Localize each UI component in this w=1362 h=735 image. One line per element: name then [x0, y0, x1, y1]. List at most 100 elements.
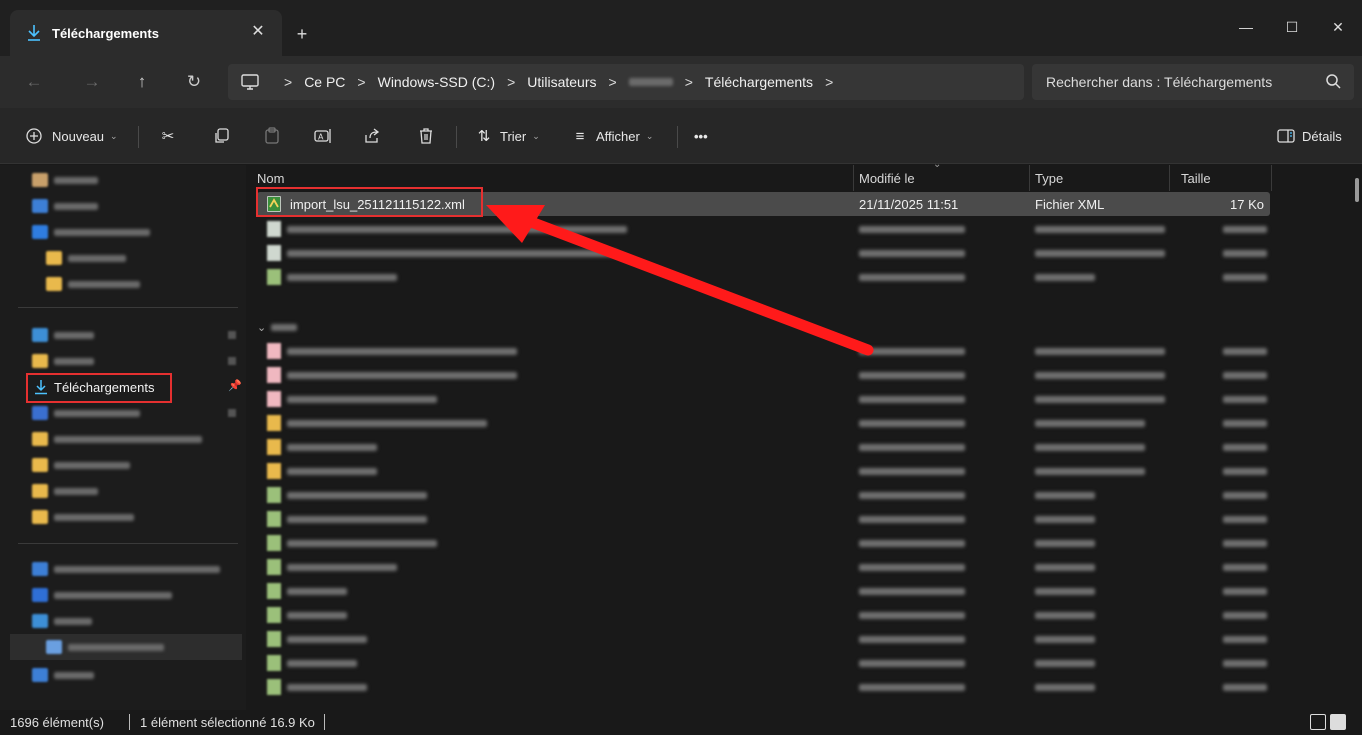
- redacted-type: [1035, 588, 1095, 595]
- table-row[interactable]: [257, 507, 1270, 531]
- table-row[interactable]: [257, 363, 1270, 387]
- breadcrumb-users[interactable]: Utilisateurs: [527, 74, 596, 90]
- sidebar-item[interactable]: [28, 556, 238, 582]
- gallery-icon: [32, 199, 48, 213]
- rename-button[interactable]: A: [313, 122, 333, 150]
- details-pane-icon: [1277, 129, 1295, 143]
- sidebar-item[interactable]: [28, 219, 238, 245]
- sidebar-item[interactable]: [28, 193, 238, 219]
- maximize-button[interactable]: ☐: [1272, 14, 1312, 40]
- new-tab-button[interactable]: +: [290, 22, 314, 46]
- redacted-file-name: [287, 226, 627, 233]
- table-row[interactable]: [257, 555, 1270, 579]
- breadcrumb-downloads[interactable]: Téléchargements: [705, 74, 813, 90]
- file-icon: [267, 559, 281, 575]
- sidebar-item[interactable]: [28, 322, 238, 348]
- breadcrumb-separator: >: [357, 74, 366, 90]
- refresh-button[interactable]: ↻: [182, 70, 206, 94]
- breadcrumb-drive[interactable]: Windows-SSD (C:): [378, 74, 495, 90]
- search-input[interactable]: Rechercher dans : Téléchargements: [1046, 74, 1272, 90]
- table-row[interactable]: [257, 241, 1270, 265]
- view-button[interactable]: ≡ Afficher ⌄: [570, 122, 654, 150]
- home-icon: [32, 173, 48, 187]
- forward-button[interactable]: →: [80, 70, 104, 94]
- redacted-modified: [859, 348, 965, 355]
- table-row[interactable]: [257, 651, 1270, 675]
- cut-button[interactable]: ✂: [158, 122, 178, 150]
- file-icon: [267, 391, 281, 407]
- up-button[interactable]: ↑: [130, 70, 154, 94]
- breadcrumb-user-redacted[interactable]: [628, 78, 673, 86]
- details-view-icon[interactable]: [1310, 714, 1326, 730]
- sidebar-item[interactable]: [28, 608, 238, 634]
- column-header-type[interactable]: Type: [1035, 171, 1063, 186]
- vertical-scrollbar[interactable]: [1355, 178, 1359, 202]
- tab-close-button[interactable]: ✕: [246, 20, 270, 44]
- table-row[interactable]: [257, 435, 1270, 459]
- table-row[interactable]: [257, 411, 1270, 435]
- highlight-box-file: [256, 187, 483, 217]
- address-bar[interactable]: > Ce PC > Windows-SSD (C:) > Utilisateur…: [228, 64, 1024, 100]
- pin-icon: [228, 357, 236, 365]
- delete-button[interactable]: [416, 122, 436, 150]
- table-row[interactable]: [257, 627, 1270, 651]
- details-pane-button[interactable]: Détails: [1276, 122, 1342, 150]
- cloud-icon: [32, 588, 48, 602]
- redacted-size: [1223, 636, 1267, 643]
- table-row[interactable]: [257, 217, 1270, 241]
- sidebar-item[interactable]: [42, 245, 252, 271]
- search-box[interactable]: Rechercher dans : Téléchargements: [1032, 64, 1354, 100]
- plus-circle-icon: [26, 128, 42, 144]
- sidebar-item[interactable]: [28, 582, 238, 608]
- sidebar-item[interactable]: [28, 452, 238, 478]
- copy-button[interactable]: [212, 122, 232, 150]
- command-bar: Nouveau ⌄ ✂ A ⇅ Trier ⌄ ≡ Afficher ⌄ •••…: [0, 108, 1362, 164]
- more-options-button[interactable]: •••: [694, 122, 708, 150]
- sidebar-item[interactable]: [28, 478, 238, 504]
- table-row[interactable]: [257, 483, 1270, 507]
- minimize-button[interactable]: —: [1226, 14, 1266, 40]
- table-row[interactable]: [257, 265, 1270, 289]
- new-button[interactable]: Nouveau ⌄: [24, 122, 118, 150]
- sidebar-item[interactable]: [28, 348, 238, 374]
- column-header-name[interactable]: Nom: [257, 171, 284, 186]
- file-icon: [267, 535, 281, 551]
- sidebar-item[interactable]: [28, 426, 238, 452]
- sort-button[interactable]: ⇅ Trier ⌄: [474, 122, 540, 150]
- table-row[interactable]: ⌄: [257, 315, 1270, 339]
- column-header-size[interactable]: Taille: [1181, 171, 1211, 186]
- redacted-size: [1223, 444, 1267, 451]
- group-header-redacted[interactable]: ⌄: [257, 321, 266, 334]
- tiles-view-icon[interactable]: [1330, 714, 1346, 730]
- tab-downloads[interactable]: Téléchargements ✕: [10, 10, 282, 56]
- table-row[interactable]: [257, 387, 1270, 411]
- sidebar-item[interactable]: [28, 662, 238, 688]
- sidebar-item[interactable]: [28, 167, 238, 193]
- redacted-size: [1223, 250, 1267, 257]
- redacted-file-name: [287, 348, 517, 355]
- paste-button[interactable]: [262, 122, 282, 150]
- sidebar-item[interactable]: [42, 271, 252, 297]
- table-row[interactable]: [257, 531, 1270, 555]
- column-header-modified[interactable]: Modifié le: [859, 171, 915, 186]
- file-icon: [267, 679, 281, 695]
- table-row[interactable]: [257, 459, 1270, 483]
- file-icon: [267, 607, 281, 623]
- sidebar-item[interactable]: [28, 504, 238, 530]
- table-row[interactable]: [257, 579, 1270, 603]
- breadcrumb-this-pc[interactable]: Ce PC: [304, 74, 345, 90]
- redacted-modified: [859, 564, 965, 571]
- table-row[interactable]: [257, 675, 1270, 699]
- close-window-button[interactable]: ✕: [1318, 14, 1358, 40]
- sidebar-item[interactable]: [28, 400, 238, 426]
- column-divider: [853, 165, 854, 191]
- sidebar-item[interactable]: [42, 634, 252, 660]
- redacted-type: [1035, 612, 1095, 619]
- view-button-label: Afficher: [596, 128, 640, 144]
- table-row[interactable]: [257, 603, 1270, 627]
- toolbar-divider: [138, 126, 139, 148]
- table-row[interactable]: [257, 339, 1270, 363]
- share-button[interactable]: [362, 122, 382, 150]
- redacted-type: [1035, 540, 1095, 547]
- back-button[interactable]: ←: [22, 70, 46, 94]
